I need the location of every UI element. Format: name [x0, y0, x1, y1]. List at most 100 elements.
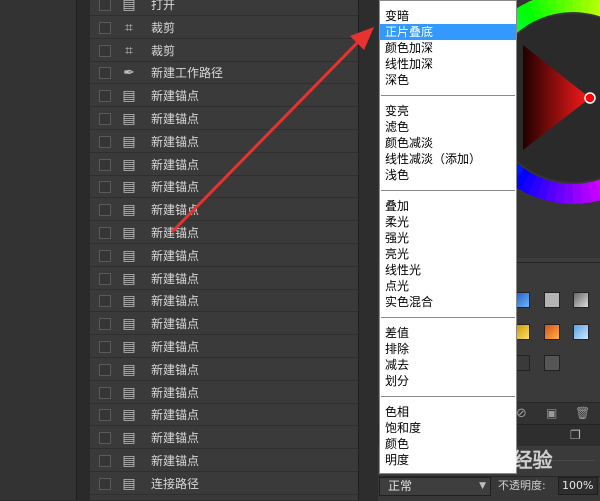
opacity-input[interactable]: 100% [558, 477, 598, 495]
blend-mode-option[interactable]: 点光 [380, 278, 516, 294]
snapshot-checkbox[interactable] [99, 363, 111, 376]
history-item-label: 新建锚点 [151, 134, 200, 149]
blend-mode-option[interactable]: 叠加 [380, 198, 516, 214]
history-item-label: 新建锚点 [151, 180, 200, 195]
snapshot-checkbox[interactable] [99, 181, 111, 194]
history-item[interactable]: ▤ 新建锚点 [90, 131, 358, 153]
blend-mode-option[interactable]: 色相 [380, 404, 516, 420]
snapshot-checkbox[interactable] [99, 295, 111, 308]
snapshot-checkbox[interactable] [99, 409, 111, 422]
blend-mode-option[interactable]: 滤色 [380, 119, 516, 135]
history-item-label: 裁剪 [151, 20, 176, 35]
history-item[interactable]: ▤ 新建锚点 [90, 313, 358, 336]
history-item[interactable]: ▤ 新建锚点 [90, 359, 358, 381]
blend-mode-option[interactable]: 变亮 [380, 103, 516, 119]
blend-mode-option[interactable]: 柔光 [380, 214, 516, 230]
copy-icon[interactable]: ❐ [570, 428, 581, 442]
history-item[interactable]: ✒ 新建工作路径 [90, 62, 358, 85]
snapshot-checkbox[interactable] [99, 477, 111, 490]
history-item[interactable]: ▤ 新建锚点 [90, 108, 358, 130]
history-item[interactable]: ▤ 新建锚点 [90, 85, 358, 108]
blend-mode-option[interactable]: 减去 [380, 357, 516, 373]
hue-picker-handle[interactable] [584, 92, 596, 104]
swatch-silver[interactable] [573, 292, 589, 308]
blend-mode-option[interactable]: 颜色减淡 [380, 135, 516, 151]
no-icon[interactable]: ⊘ [516, 406, 527, 421]
new-swatch-icon[interactable]: ▣ [546, 406, 557, 420]
blend-mode-option[interactable]: 排除 [380, 341, 516, 357]
swatch-orange[interactable] [544, 324, 560, 340]
history-item[interactable]: ▤ 打开 [90, 0, 358, 16]
doc-icon: ▤ [122, 247, 136, 264]
history-item-label: 裁剪 [151, 43, 176, 58]
menu-separator [381, 95, 515, 96]
blend-mode-option[interactable]: 变暗 [380, 8, 516, 24]
blend-mode-option[interactable]: 线性加深 [380, 56, 516, 72]
pen-icon: ✒ [123, 65, 135, 82]
crop-icon: ⌗ [125, 19, 133, 36]
history-item-label: 新建锚点 [151, 454, 200, 468]
snapshot-checkbox[interactable] [99, 135, 111, 148]
history-item[interactable]: ▤ 新建锚点 [90, 245, 358, 267]
snapshot-checkbox[interactable] [99, 158, 111, 171]
history-item[interactable]: ▤ 新建锚点 [90, 427, 358, 450]
snapshot-checkbox[interactable] [99, 67, 111, 80]
snapshot-checkbox[interactable] [99, 341, 111, 353]
snapshot-checkbox[interactable] [99, 272, 111, 285]
snapshot-checkbox[interactable] [99, 455, 111, 467]
history-item[interactable]: ▤ 新建锚点 [90, 176, 358, 199]
doc-icon: ▤ [122, 0, 136, 13]
history-item-label: 新建锚点 [151, 89, 200, 104]
blend-mode-option[interactable]: 差值 [380, 325, 516, 341]
history-item[interactable]: ▤ 新建锚点 [90, 336, 358, 358]
history-item[interactable]: ▤ 新建锚点 [90, 290, 358, 313]
history-item-label: 新建锚点 [151, 408, 200, 423]
swatch-lightblue[interactable] [573, 324, 589, 340]
snapshot-checkbox[interactable] [99, 90, 111, 103]
doc-icon: ▤ [122, 407, 136, 424]
swatch-dark-2[interactable] [544, 355, 560, 371]
blend-mode-option[interactable]: 划分 [380, 373, 516, 389]
snapshot-checkbox[interactable] [99, 113, 111, 125]
history-item[interactable]: ▤ 新建锚点 [90, 450, 358, 472]
blend-mode-option[interactable]: 深色 [380, 72, 516, 88]
blend-mode-option[interactable]: 线性减淡（添加） [380, 151, 516, 167]
snapshot-checkbox[interactable] [99, 432, 111, 445]
blend-mode-option[interactable]: 线性光 [380, 262, 516, 278]
snapshot-checkbox[interactable] [99, 21, 111, 34]
history-item[interactable]: ⌗ 裁剪 [90, 17, 358, 39]
blend-mode-option[interactable]: 强光 [380, 230, 516, 246]
snapshot-checkbox[interactable] [99, 44, 111, 57]
blend-mode-option[interactable]: 正片叠底 [380, 24, 516, 40]
history-item-label: 新建锚点 [151, 271, 200, 286]
snapshot-checkbox[interactable] [99, 249, 111, 262]
snapshot-checkbox[interactable] [99, 204, 111, 217]
history-item-label: 新建锚点 [151, 317, 200, 332]
trash-icon[interactable]: 🗑 [575, 406, 590, 420]
blend-mode-option[interactable]: 亮光 [380, 246, 516, 262]
blend-mode-option[interactable]: 实色混合 [380, 294, 516, 310]
history-item-label: 新建锚点 [151, 340, 200, 354]
doc-icon: ▤ [122, 453, 136, 469]
snapshot-checkbox[interactable] [99, 318, 111, 331]
history-item[interactable]: ▤ 新建锚点 [90, 404, 358, 427]
blend-mode-option[interactable]: 颜色加深 [380, 40, 516, 56]
snapshot-checkbox[interactable] [99, 0, 111, 11]
blend-mode-menu: 变暗 正片叠底 颜色加深 线性加深 深色变亮 滤色 颜色减淡 线性减淡（添加） 浅色叠加 柔光 强光… [379, 0, 517, 474]
history-item[interactable]: ▤ 新建锚点 [90, 154, 358, 176]
history-item[interactable]: ▤ 新建锚点 [90, 199, 358, 222]
watermark: Bai 经验 [470, 448, 553, 472]
history-item[interactable]: ▤ 新建锚点 [90, 222, 358, 244]
history-panel: ▤ 打开 ⌗ 裁剪 ⌗ 裁剪 ✒ 新建工作路径 ▤ 新建锚点 ▤ 新建锚点 ▤ 新建锚点 ▤ 新建锚点 ▤ 新建锚… [90, 0, 359, 500]
blend-mode-option[interactable]: 饱和度 [380, 420, 516, 436]
snapshot-checkbox[interactable] [99, 227, 111, 239]
panel-dock-edge [76, 0, 91, 500]
blend-mode-option[interactable]: 浅色 [380, 167, 516, 183]
history-item[interactable]: ▤ 新建锚点 [90, 382, 358, 404]
blend-mode-select[interactable]: 正常 ▼ [379, 477, 491, 496]
history-item[interactable]: ⌗ 裁剪 [90, 40, 358, 62]
swatch-gray[interactable] [544, 292, 560, 308]
history-item[interactable]: ▤ 新建锚点 [90, 268, 358, 290]
history-item[interactable]: ▤ 连接路径 [90, 473, 358, 495]
snapshot-checkbox[interactable] [99, 386, 111, 399]
